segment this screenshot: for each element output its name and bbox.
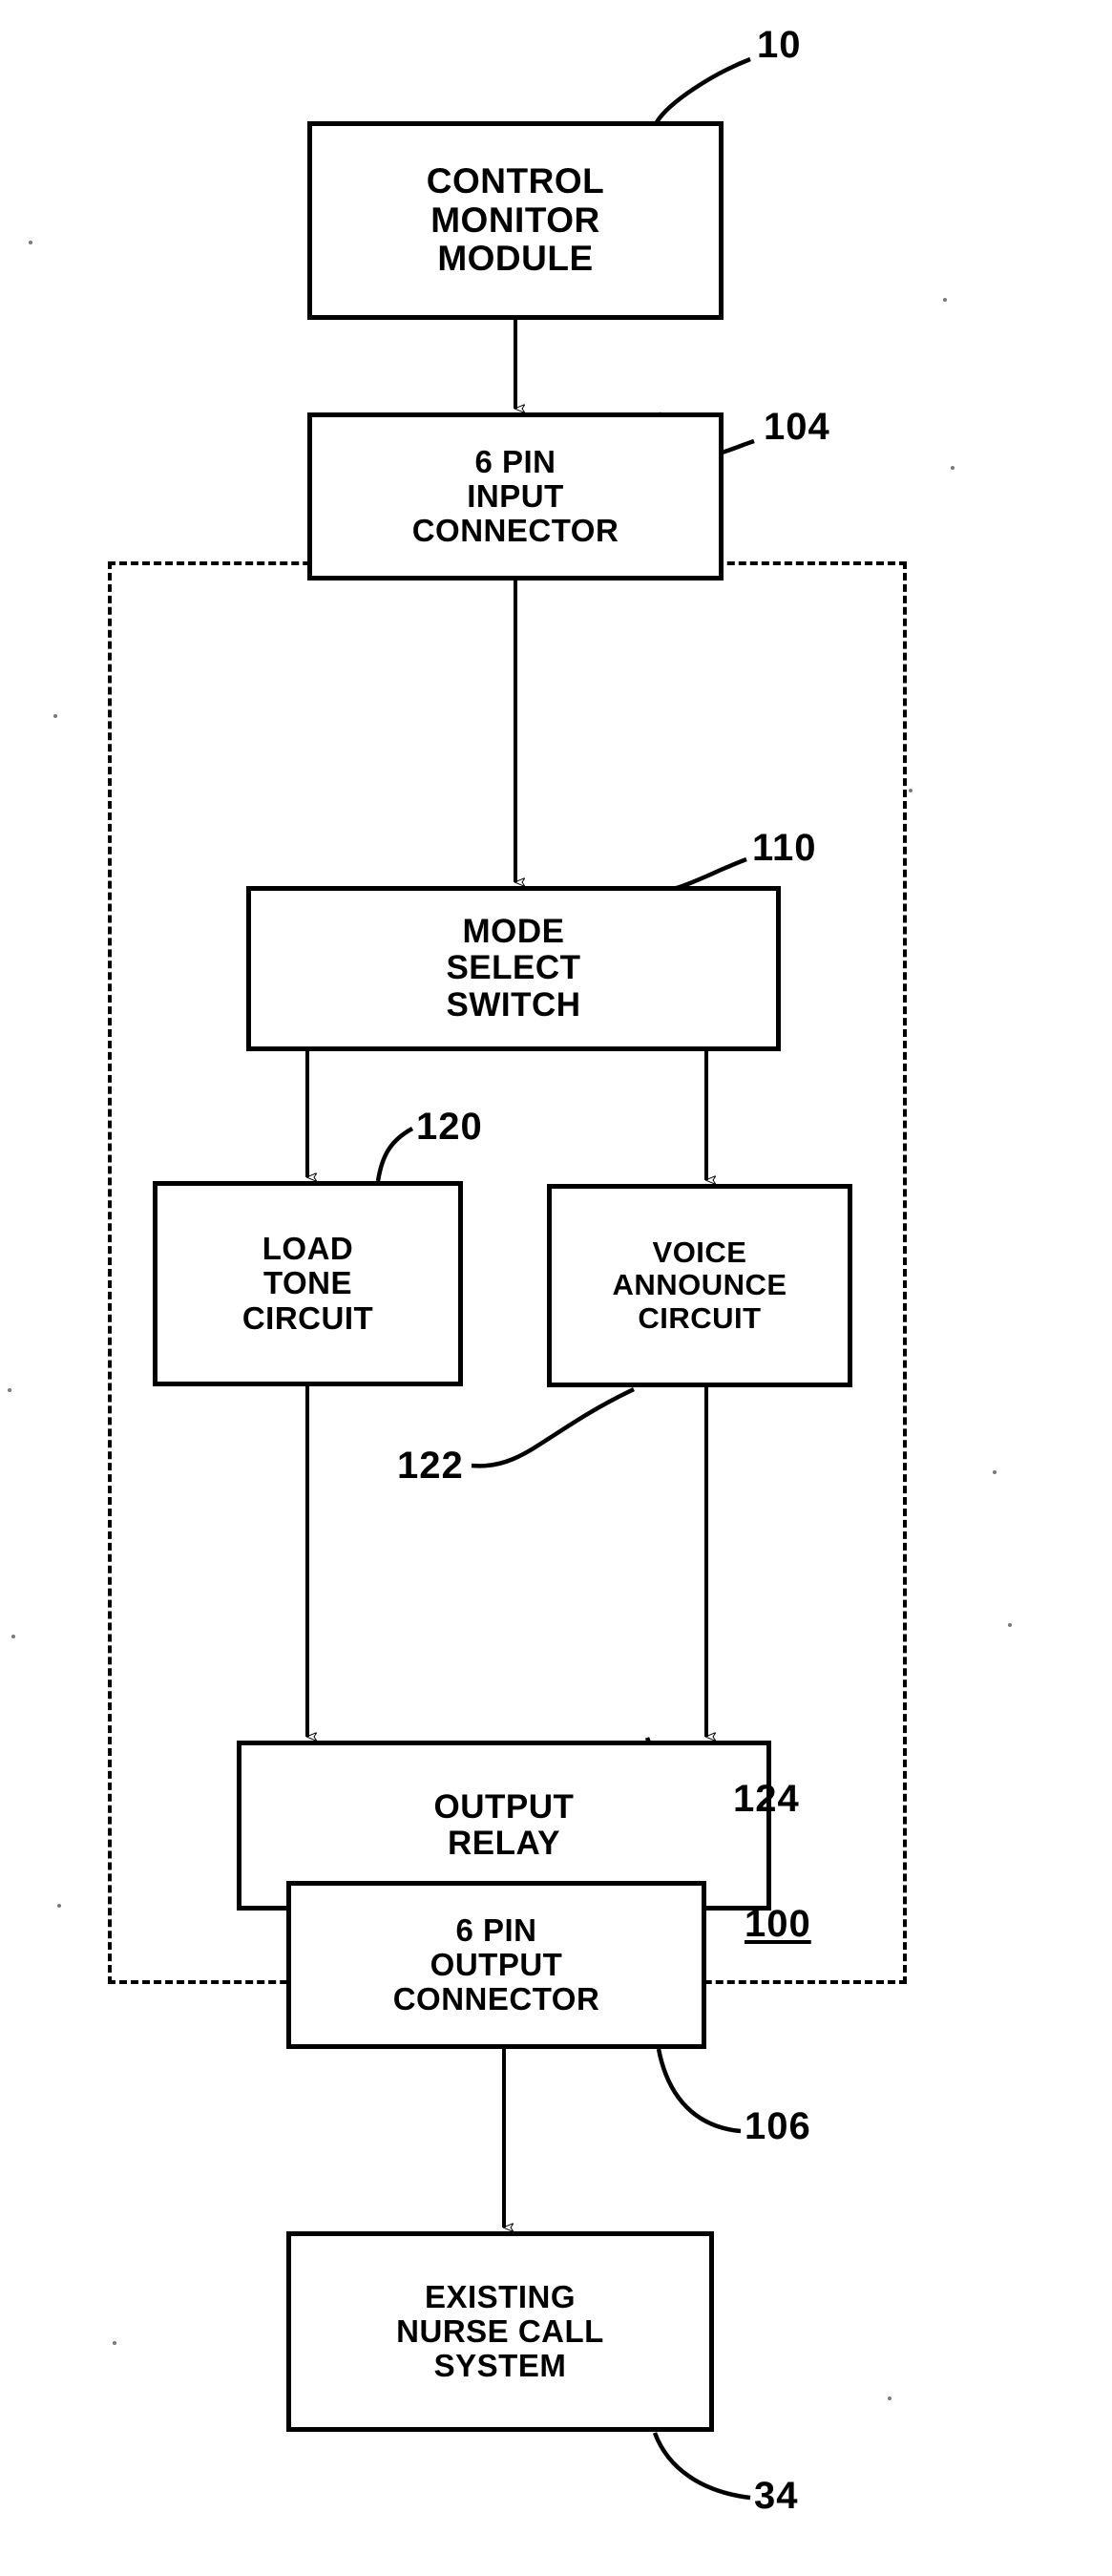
scan-speck	[993, 1470, 997, 1474]
reference-numeral-110: 110	[752, 827, 817, 869]
block-label-line: CIRCUIT	[241, 1299, 374, 1336]
block-control-monitor-module[interactable]: CONTROL MONITOR MODULE	[307, 121, 724, 320]
block-label-line: OUTPUT	[433, 1787, 575, 1826]
scan-speck	[8, 1388, 11, 1392]
scan-speck	[951, 466, 955, 470]
reference-numeral-120: 120	[416, 1106, 483, 1148]
reference-numeral-10: 10	[757, 24, 802, 66]
block-load-tone-circuit[interactable]: LOAD TONE CIRCUIT	[153, 1181, 463, 1386]
block-label-line: CONNECTOR	[411, 513, 619, 549]
block-mode-select-switch[interactable]: MODE SELECT SWITCH	[246, 886, 781, 1051]
reference-numeral-104: 104	[764, 406, 830, 448]
patent-figure: CONTROL MONITOR MODULE 6 PIN INPUT CONNE…	[0, 0, 1112, 2576]
reference-numeral-106: 106	[745, 2105, 811, 2147]
block-label-line: MONITOR	[430, 200, 600, 240]
scan-speck	[1008, 1623, 1012, 1627]
leader-line-106	[656, 2048, 742, 2134]
block-label-line: MODE	[462, 912, 565, 950]
reference-numeral-122: 122	[397, 1445, 464, 1487]
block-label-line: SWITCH	[446, 985, 581, 1024]
block-input-connector[interactable]: 6 PIN INPUT CONNECTOR	[307, 412, 724, 581]
block-label-line: NURSE CALL	[396, 2312, 604, 2349]
scan-speck	[888, 2397, 892, 2400]
block-voice-announce-circuit[interactable]: VOICE ANNOUNCE CIRCUIT	[547, 1184, 852, 1387]
scan-speck	[29, 241, 32, 244]
block-output-connector[interactable]: 6 PIN OUTPUT CONNECTOR	[286, 1881, 706, 2049]
reference-numeral-34: 34	[754, 2475, 799, 2517]
block-label-line: EXISTING	[424, 2278, 577, 2314]
block-label-line: ANNOUNCE	[612, 1268, 787, 1302]
scan-speck	[943, 298, 947, 302]
scan-speck	[53, 714, 57, 718]
block-label-line: INPUT	[467, 477, 564, 514]
block-label-line: CIRCUIT	[638, 1300, 762, 1335]
block-label-line: 6 PIN	[474, 443, 556, 479]
scan-speck	[909, 789, 913, 792]
block-label-line: RELAY	[448, 1825, 560, 1862]
leader-line-34	[652, 2432, 751, 2501]
block-label-line: TONE	[262, 1265, 353, 1301]
block-label-line: VOICE	[652, 1235, 747, 1270]
scan-speck	[11, 1635, 15, 1638]
block-label-line: CONNECTOR	[392, 1981, 600, 2017]
block-existing-nurse-call-system[interactable]: EXISTING NURSE CALL SYSTEM	[286, 2231, 714, 2432]
block-label-line: MODULE	[437, 239, 594, 279]
block-label-line: LOAD	[262, 1231, 354, 1267]
reference-numeral-100: 100	[745, 1903, 811, 1945]
reference-numeral-124: 124	[733, 1778, 800, 1820]
block-label-line: OUTPUT	[430, 1946, 563, 1982]
leader-line-10	[655, 56, 751, 124]
block-label-line: SYSTEM	[433, 2348, 567, 2384]
block-label-line: 6 PIN	[455, 1911, 537, 1948]
block-label-line: CONTROL	[426, 160, 605, 201]
scan-speck	[57, 1904, 61, 1908]
block-label-line: SELECT	[446, 949, 581, 987]
scan-speck	[113, 2341, 116, 2345]
